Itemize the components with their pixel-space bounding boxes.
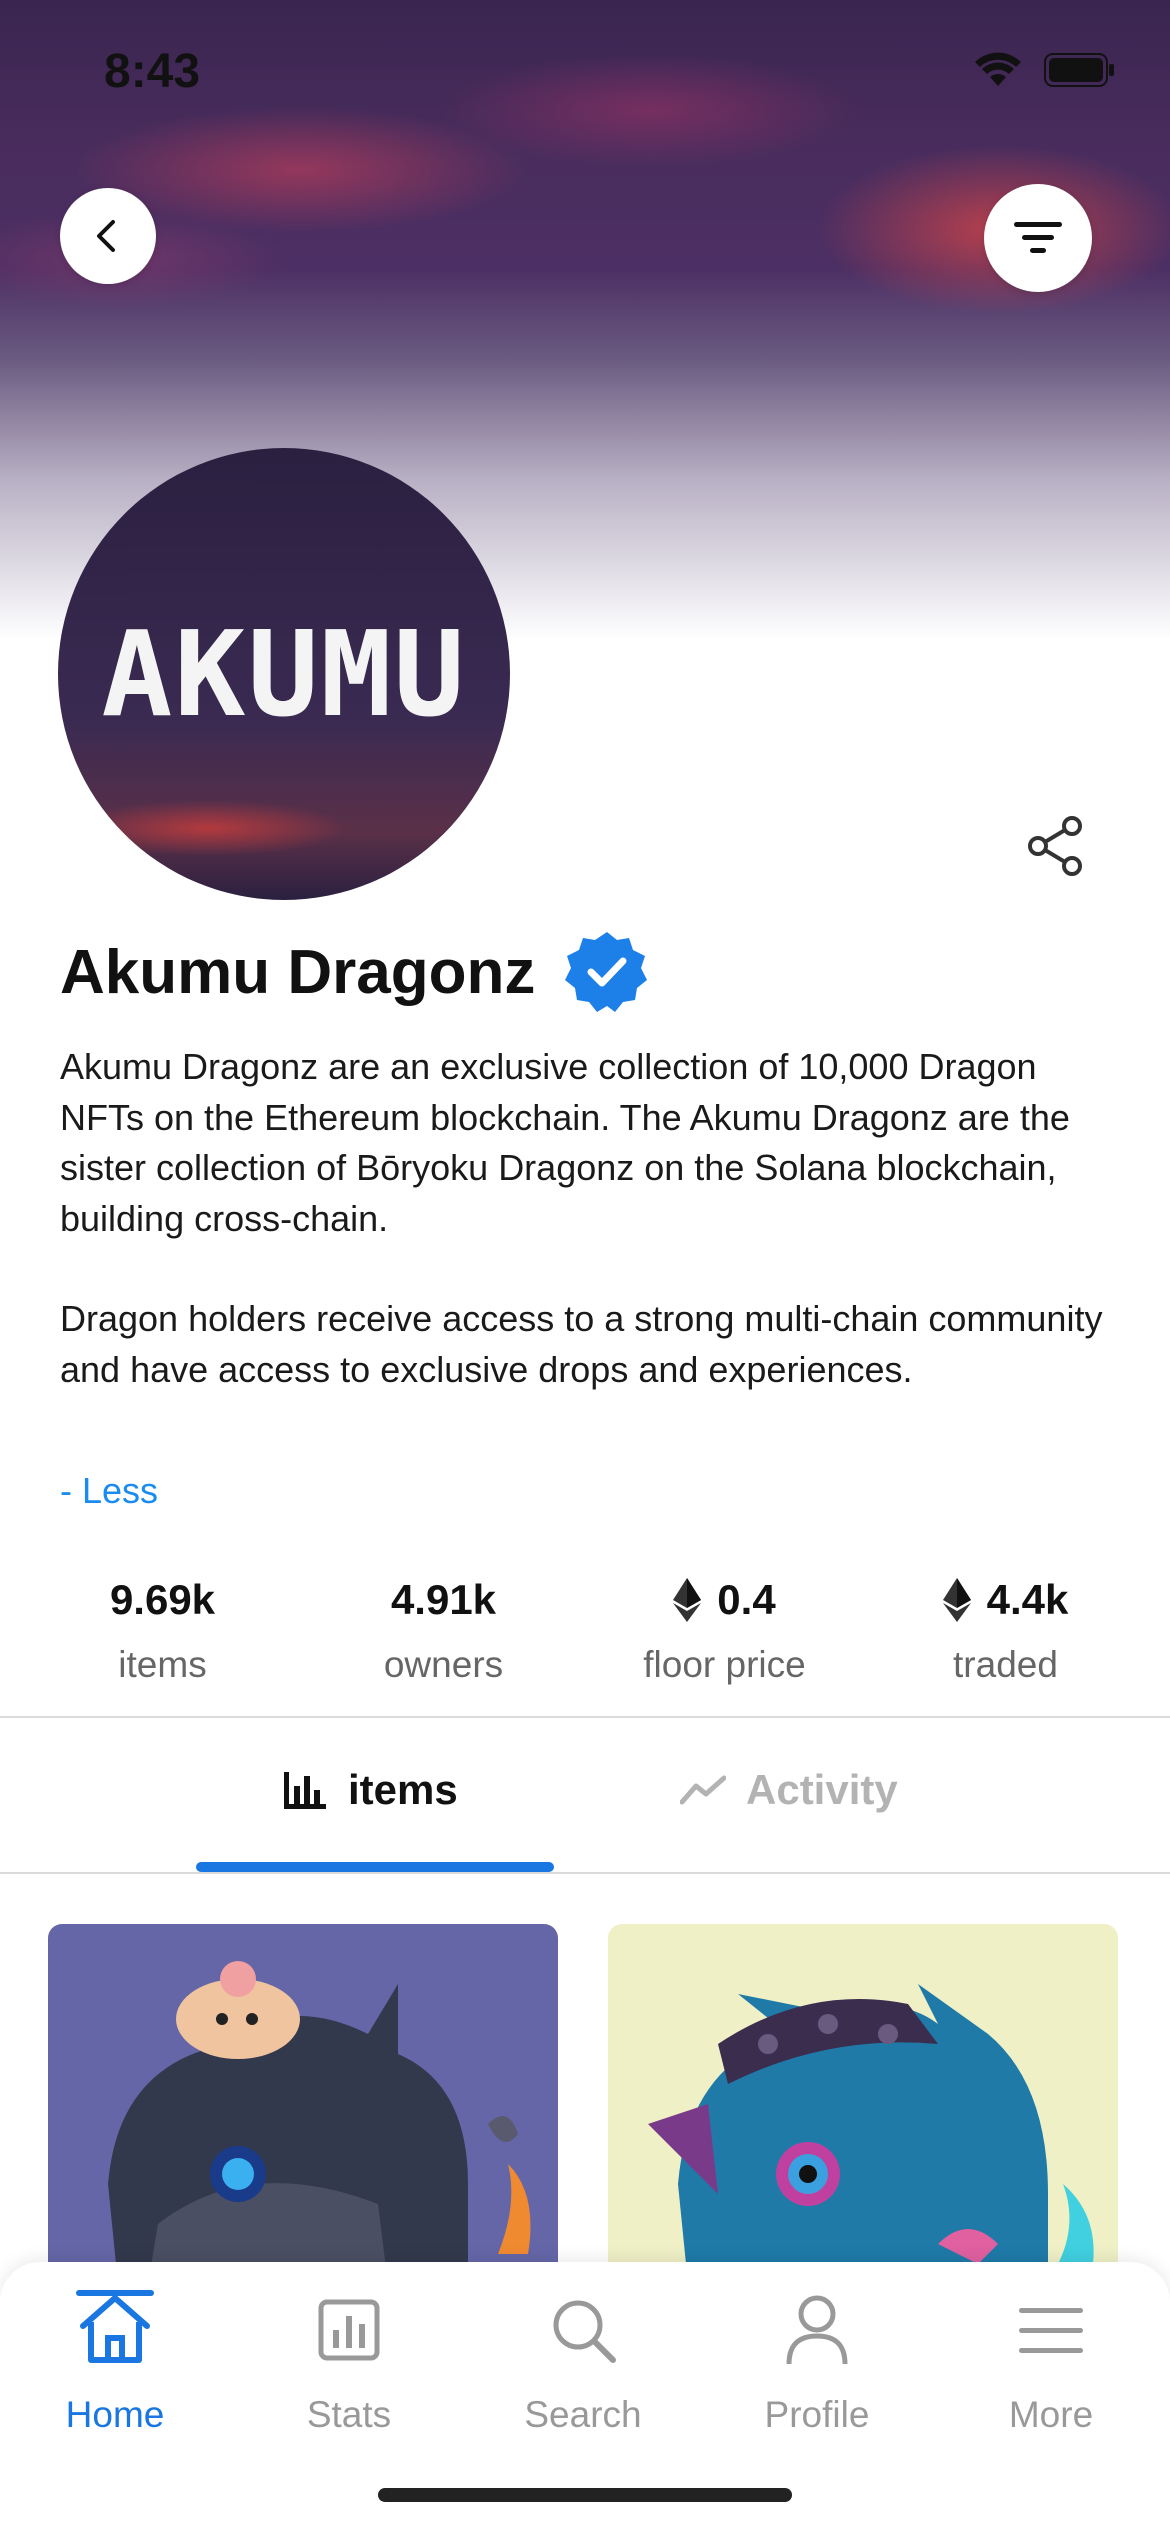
tab-label: Activity	[746, 1766, 898, 1813]
stat-value: 9.69k	[109, 1576, 216, 1623]
description-paragraph: Dragon holders receive access to a stron…	[60, 1298, 1103, 1390]
nav-label: Profile	[764, 2394, 870, 2435]
stat-floor-price: 0.4 floor price	[584, 1568, 865, 1686]
stat-label: floor price	[643, 1644, 806, 1685]
stat-value: 4.91k	[390, 1576, 497, 1623]
description-paragraph: Akumu Dragonz are an exclusive collectio…	[60, 1046, 1070, 1239]
collection-stats: 9.69k items 4.91k owners 0.4 floor price…	[0, 1568, 1170, 1686]
home-indicator	[378, 2488, 792, 2502]
collection-title-row: Akumu Dragonz	[60, 930, 649, 1014]
stat-owners: 4.91k owners	[303, 1568, 584, 1686]
home-icon	[80, 2295, 150, 2363]
active-tab-indicator	[196, 1862, 554, 1872]
nav-item-home[interactable]: Home	[30, 2290, 200, 2436]
tab-label: items	[348, 1766, 458, 1813]
nav-active-indicator	[76, 2290, 154, 2296]
trend-line-icon	[680, 1775, 726, 1805]
back-button[interactable]	[60, 188, 156, 284]
battery-icon	[1044, 53, 1114, 87]
status-icons	[974, 52, 1116, 88]
stat-label: items	[118, 1644, 207, 1685]
collection-tabs: items Activity	[0, 1722, 1170, 1872]
nft-card[interactable]	[608, 1924, 1118, 2284]
chevron-left-icon	[97, 220, 115, 252]
filter-icon	[1014, 222, 1062, 253]
ethereum-icon	[942, 1578, 971, 1622]
share-icon	[1028, 816, 1082, 876]
collection-description: Akumu Dragonz are an exclusive collectio…	[60, 1042, 1120, 1445]
nav-label: More	[1008, 2394, 1094, 2435]
stat-label: traded	[953, 1644, 1058, 1685]
profile-icon	[786, 2295, 848, 2365]
nav-item-stats[interactable]: Stats	[264, 2290, 434, 2436]
show-less-link[interactable]: - Less	[60, 1470, 158, 1512]
stat-label: owners	[383, 1644, 504, 1685]
stat-value: 4.4k	[986, 1576, 1069, 1623]
wifi-icon	[975, 52, 1021, 86]
collection-name: Akumu Dragonz	[60, 937, 536, 1007]
nav-item-search[interactable]: Search	[498, 2290, 668, 2436]
stats-icon	[318, 2299, 380, 2361]
nav-item-profile[interactable]: Profile	[732, 2290, 902, 2436]
nft-image	[108, 1961, 531, 2284]
stat-items: 9.69k items	[22, 1568, 303, 1686]
bar-chart-icon	[284, 1772, 326, 1809]
share-button[interactable]	[1024, 814, 1088, 878]
filter-button[interactable]	[984, 184, 1092, 292]
divider	[0, 1716, 1170, 1718]
search-icon	[553, 2300, 616, 2363]
nft-card[interactable]	[48, 1924, 558, 2284]
ethereum-icon	[673, 1578, 702, 1622]
divider	[0, 1872, 1170, 1874]
tab-items[interactable]: items	[282, 1766, 458, 1814]
tab-activity[interactable]: Activity	[680, 1766, 898, 1814]
collection-avatar: AKUMU	[58, 448, 510, 900]
stat-value: 0.4	[717, 1576, 776, 1623]
status-time: 8:43	[104, 45, 201, 98]
nav-label: Search	[524, 2394, 642, 2435]
nav-label: Stats	[306, 2394, 392, 2435]
nav-label: Home	[65, 2394, 165, 2435]
nft-image	[648, 1984, 1094, 2284]
stat-traded: 4.4k traded	[865, 1568, 1146, 1686]
avatar-logo-text: AKUMU	[101, 605, 467, 743]
nav-item-more[interactable]: More	[966, 2290, 1136, 2436]
verified-badge-icon	[565, 932, 648, 1012]
menu-icon	[1019, 2308, 1083, 2353]
